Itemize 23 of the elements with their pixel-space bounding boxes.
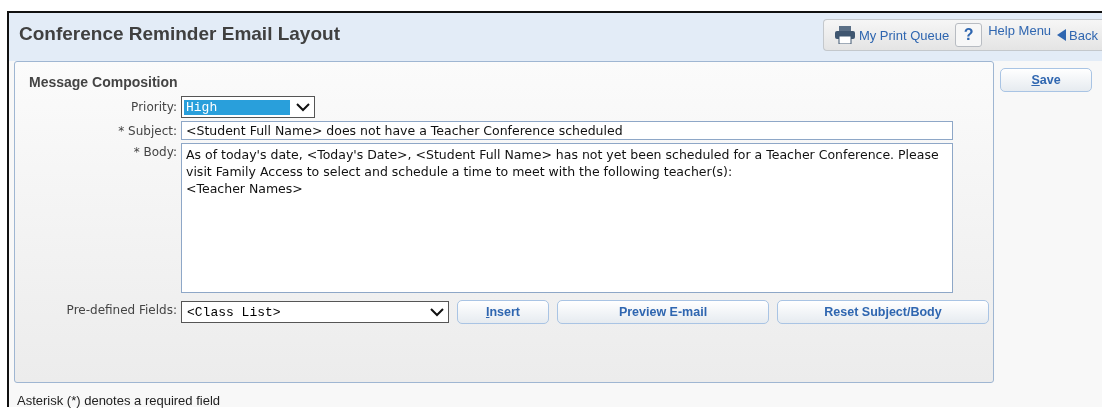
help-menu-link[interactable]: Help Menu (988, 23, 1052, 38)
back-arrow-icon (1057, 29, 1067, 41)
chevron-icon (296, 102, 310, 112)
priority-select[interactable]: High (181, 96, 315, 118)
field-label: Priority: (130, 100, 177, 114)
field-label: Pre-defined Fields: (65, 303, 177, 317)
chevron-icon (430, 307, 444, 317)
printer-icon (833, 26, 856, 44)
field-label: * Subject: (117, 123, 177, 138)
action-button[interactable]: Insert (457, 300, 549, 324)
save-button[interactable]: Save (1000, 68, 1092, 92)
help-button[interactable]: ? (955, 23, 983, 47)
print-queue-link[interactable]: My Print Queue (833, 26, 950, 44)
footnote: Asterisk (*) denotes a required field (17, 393, 222, 408)
action-button[interactable]: Reset Subject/Body (777, 300, 989, 324)
back-link[interactable]: Back (1057, 27, 1098, 43)
page-title: Conference Reminder Email Layout (19, 23, 340, 45)
action-button[interactable]: Preview E-mail (557, 300, 769, 324)
panel-title: Message Composition (29, 74, 179, 90)
subject-field[interactable]: <Student Full Name> does not have a Teacher Conference scheduled (181, 121, 953, 140)
predefined-fields-select[interactable]: <Class List> (181, 301, 449, 323)
body-field[interactable]: As of today's date, <Today's Date>, <Student Full Name> has not yet been scheduled for a Teacher Conference. Please visit Family Access to select and schedule a time to meet with the following teacher(s): <Teacher Names> (181, 143, 953, 293)
field-label: * Body: (132, 144, 177, 159)
